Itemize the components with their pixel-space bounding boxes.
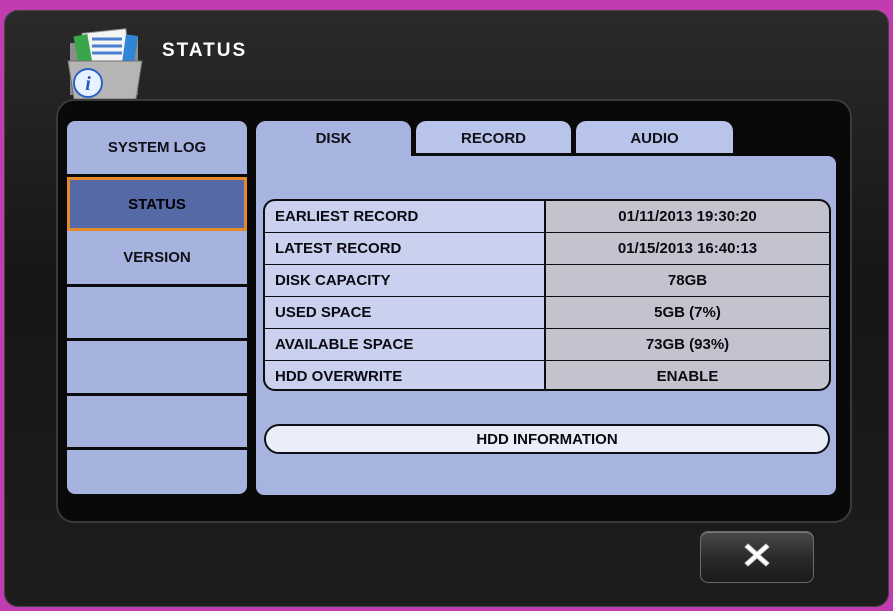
table-row: AVAILABLE SPACE 73GB (93%): [265, 329, 829, 360]
tab-disk[interactable]: DISK: [256, 121, 411, 159]
info-folder-icon: i: [66, 25, 150, 103]
available-space-label: AVAILABLE SPACE: [265, 329, 546, 360]
sidebar-item-version[interactable]: VERSION: [67, 231, 247, 287]
disk-capacity-value: 78GB: [546, 265, 829, 296]
earliest-record-label: EARLIEST RECORD: [265, 201, 546, 232]
earliest-record-value: 01/11/2013 19:30:20: [546, 201, 829, 232]
available-space-value: 73GB (93%): [546, 329, 829, 360]
latest-record-value: 01/15/2013 16:40:13: [546, 233, 829, 264]
close-x-icon: [742, 540, 772, 575]
hdd-overwrite-value[interactable]: ENABLE: [546, 361, 829, 389]
tab-audio[interactable]: AUDIO: [576, 121, 733, 156]
disk-capacity-label: DISK CAPACITY: [265, 265, 546, 296]
window-title: STATUS: [162, 40, 248, 61]
table-row: EARLIEST RECORD 01/11/2013 19:30:20: [265, 201, 829, 232]
hdd-information-button[interactable]: HDD INFORMATION: [264, 424, 830, 454]
sidebar-item-system-log[interactable]: SYSTEM LOG: [67, 121, 247, 177]
sidebar-item-empty-2[interactable]: [67, 341, 247, 396]
used-space-label: USED SPACE: [265, 297, 546, 328]
used-space-value: 5GB (7%): [546, 297, 829, 328]
table-row: DISK CAPACITY 78GB: [265, 265, 829, 296]
sidebar-item-empty-4[interactable]: [67, 450, 247, 494]
close-button[interactable]: [700, 531, 814, 583]
table-row: USED SPACE 5GB (7%): [265, 297, 829, 328]
hdd-overwrite-label: HDD OVERWRITE: [265, 361, 546, 389]
disk-info-table: EARLIEST RECORD 01/11/2013 19:30:20 LATE…: [263, 199, 831, 391]
sidebar: SYSTEM LOG STATUS VERSION: [67, 121, 247, 494]
table-row: LATEST RECORD 01/15/2013 16:40:13: [265, 233, 829, 264]
svg-text:i: i: [85, 73, 91, 95]
sidebar-item-empty-1[interactable]: [67, 287, 247, 341]
latest-record-label: LATEST RECORD: [265, 233, 546, 264]
table-row: HDD OVERWRITE ENABLE: [265, 361, 829, 389]
sidebar-item-status[interactable]: STATUS: [67, 177, 247, 231]
tab-record[interactable]: RECORD: [416, 121, 571, 156]
sidebar-item-empty-3[interactable]: [67, 396, 247, 450]
